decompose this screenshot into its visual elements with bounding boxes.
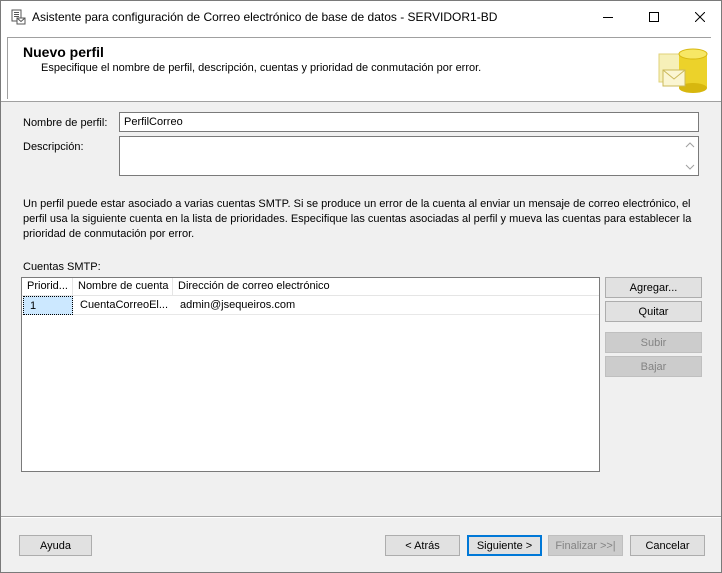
move-down-button[interactable]: Bajar xyxy=(605,356,702,377)
add-account-button[interactable]: Agregar... xyxy=(605,277,702,298)
database-mail-icon xyxy=(11,9,26,25)
next-button[interactable]: Siguiente > xyxy=(467,535,542,556)
maximize-icon xyxy=(649,11,659,22)
wizard-window: Asistente para configuración de Correo e… xyxy=(0,0,722,573)
footer-divider-highlight xyxy=(1,517,721,518)
database-mail-banner-icon xyxy=(653,40,713,100)
wizard-header: Nuevo perfil Especifique el nombre de pe… xyxy=(1,32,721,102)
list-header: Priorid... Nombre de cuenta Dirección de… xyxy=(22,278,599,296)
smtp-accounts-label: Cuentas SMTP: xyxy=(23,261,101,273)
table-row[interactable]: 1 CuentaCorreoEl... admin@jsequeiros.com xyxy=(22,296,599,315)
close-icon xyxy=(695,11,705,22)
move-up-button[interactable]: Subir xyxy=(605,332,702,353)
page-subtitle: Especifique el nombre de perfil, descrip… xyxy=(41,62,482,74)
back-button[interactable]: < Atrás xyxy=(385,535,460,556)
maximize-button[interactable] xyxy=(631,1,677,32)
close-button[interactable] xyxy=(677,1,722,32)
help-button[interactable]: Ayuda xyxy=(19,535,92,556)
minimize-button[interactable] xyxy=(585,1,631,32)
title-bar[interactable]: Asistente para configuración de Correo e… xyxy=(1,1,721,32)
cell-email[interactable]: admin@jsequeiros.com xyxy=(173,296,473,315)
column-header-priority[interactable]: Priorid... xyxy=(22,278,73,296)
description-input[interactable] xyxy=(119,136,699,176)
cancel-button[interactable]: Cancelar xyxy=(630,535,705,556)
cell-account[interactable]: CuentaCorreoEl... xyxy=(73,296,173,315)
info-paragraph: Un perfil puede estar asociado a varias … xyxy=(23,198,692,240)
cell-priority[interactable]: 1 xyxy=(23,296,73,315)
finish-button[interactable]: Finalizar >>| xyxy=(548,535,623,556)
minimize-icon xyxy=(603,16,613,18)
description-label: Descripción: xyxy=(23,141,84,153)
profile-name-input[interactable]: PerfilCorreo xyxy=(119,112,699,132)
column-header-email[interactable]: Dirección de correo electrónico xyxy=(173,278,473,296)
smtp-accounts-list[interactable]: Priorid... Nombre de cuenta Dirección de… xyxy=(21,277,600,472)
column-header-account[interactable]: Nombre de cuenta xyxy=(73,278,173,296)
profile-name-label: Nombre de perfil: xyxy=(23,117,108,129)
window-title: Asistente para configuración de Correo e… xyxy=(32,10,498,24)
page-title: Nuevo perfil xyxy=(23,44,104,60)
remove-account-button[interactable]: Quitar xyxy=(605,301,702,322)
description-scrollbar[interactable] xyxy=(685,141,695,171)
